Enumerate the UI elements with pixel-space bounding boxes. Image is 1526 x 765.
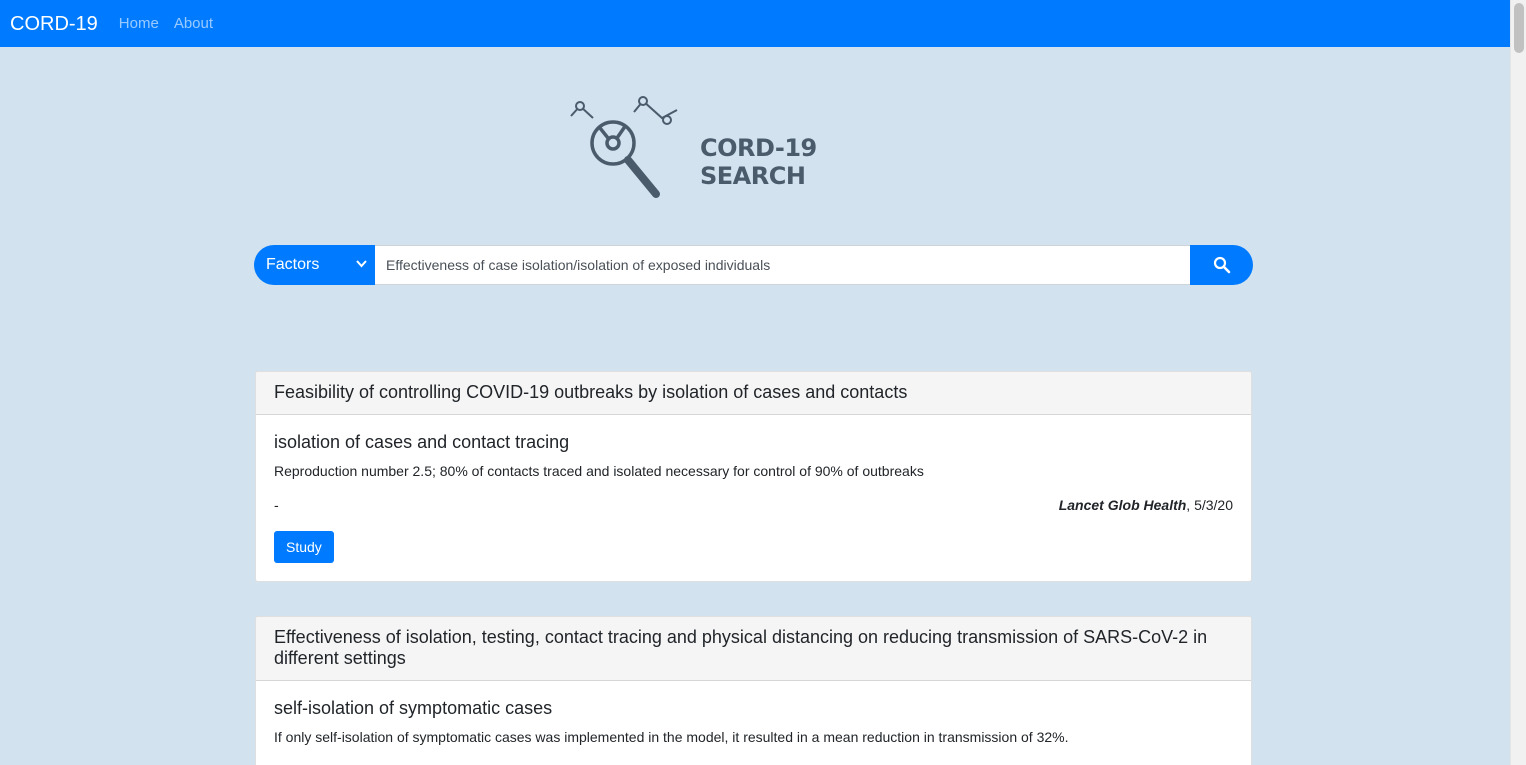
result-citation: Lancet Glob Health, 5/3/20 — [1059, 497, 1233, 513]
study-button[interactable]: Study — [274, 531, 334, 563]
result-date: , 5/3/20 — [1186, 497, 1233, 513]
navbar: CORD-19 Home About — [0, 0, 1510, 47]
navbar-brand[interactable]: CORD-19 — [10, 14, 98, 34]
category-select[interactable]: Factors — [254, 245, 375, 285]
result-title[interactable]: Effectiveness of isolation, testing, con… — [256, 617, 1251, 681]
result-body: isolation of cases and contact tracing R… — [256, 415, 1251, 581]
magnifier-chart-icon — [570, 96, 678, 198]
result-body: self-isolation of symptomatic cases If o… — [256, 681, 1251, 765]
result-meta-left: - — [274, 497, 279, 513]
result-title[interactable]: Feasibility of controlling COVID-19 outb… — [256, 372, 1251, 415]
search-input[interactable]: Effectiveness of case isolation/isolatio… — [375, 245, 1190, 285]
logo: CORD-19 SEARCH — [566, 90, 926, 205]
result-meta: - Lancet Glob Health, 5/3/20 — [274, 497, 1233, 513]
search-input-value: Effectiveness of case isolation/isolatio… — [386, 257, 771, 273]
search-bar: Factors Effectiveness of case isolation/… — [254, 245, 1253, 285]
result-card: Feasibility of controlling COVID-19 outb… — [255, 371, 1252, 582]
nav-link-about[interactable]: About — [174, 15, 213, 32]
result-factor: isolation of cases and contact tracing — [274, 432, 570, 452]
search-button[interactable] — [1190, 245, 1253, 285]
result-factor: self-isolation of symptomatic cases — [274, 698, 553, 718]
result-journal: Lancet Glob Health — [1058, 497, 1187, 513]
page-scrollbar[interactable] — [1510, 0, 1526, 765]
logo-text: CORD-19 SEARCH — [700, 134, 817, 190]
result-finding: If only self-isolation of symptomatic ca… — [274, 729, 1069, 745]
nav-link-home[interactable]: Home — [119, 15, 159, 32]
result-card: Effectiveness of isolation, testing, con… — [255, 616, 1252, 765]
scrollbar-thumb[interactable] — [1514, 3, 1524, 53]
search-icon — [1213, 256, 1230, 274]
chevron-down-icon — [356, 259, 367, 271]
result-finding: Reproduction number 2.5; 80% of contacts… — [274, 463, 924, 479]
category-select-value: Factors — [266, 256, 320, 273]
